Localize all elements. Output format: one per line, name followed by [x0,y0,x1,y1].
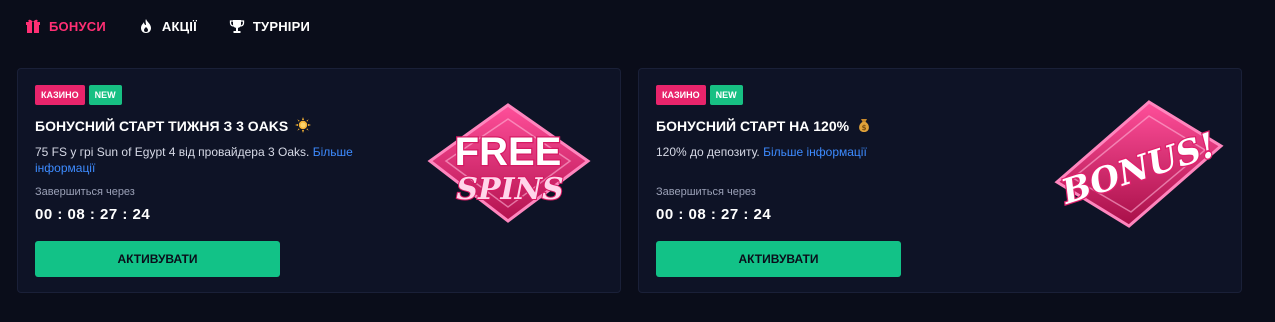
art-line1: FREE [455,130,562,174]
card-title-text: БОНУСНИЙ СТАРТ НА 120% [656,118,850,134]
badge-group: КАЗИНО NEW [35,85,126,105]
svg-text:$: $ [862,124,867,132]
activate-button[interactable]: АКТИВУВАТИ [35,241,280,277]
ends-label: Завершиться через [656,186,756,198]
tab-label: ТУРНІРИ [252,18,311,34]
fire-icon [140,19,151,33]
card-description: 120% до депозиту. Більше інформації [656,144,1001,160]
tab-tournaments[interactable]: ТУРНІРИ [229,18,310,34]
tab-bonuses[interactable]: БОНУСИ [25,18,106,34]
bonus-tabs: БОНУСИ АКЦІЇ ТУРНІРИ [25,14,342,38]
card-title: БОНУСНИЙ СТАРТ НА 120% $ [656,117,872,134]
card-description: 75 FS у грі Sun of Egypt 4 від провайдер… [35,144,380,176]
countdown-timer: 00 : 08 : 27 : 24 [656,206,772,223]
card-title: БОНУСНИЙ СТАРТ ТИЖНЯ З 3 OAKS [35,117,312,134]
activate-button[interactable]: АКТИВУВАТИ [656,241,901,277]
casino-badge: КАЗИНО [656,85,706,105]
card-title-text: БОНУСНИЙ СТАРТ ТИЖНЯ З 3 OAKS [35,118,289,134]
bonus-logo-icon: BONUS! [1054,100,1224,228]
free-spins-logo-icon: FREE SPINS [427,103,591,223]
art-line2: SPINS [456,172,563,207]
description-text: 120% до депозиту. [656,145,760,159]
badge-group: КАЗИНО NEW [656,85,747,105]
new-badge: NEW [709,85,743,105]
sun-icon [295,117,312,133]
new-badge: NEW [88,85,122,105]
tab-label: БОНУСИ [49,18,106,34]
bonus-card-deposit: КАЗИНО NEW БОНУСНИЙ СТАРТ НА 120% $ 120%… [638,68,1242,293]
bonus-card-free-spins: КАЗИНО NEW БОНУСНИЙ СТАРТ ТИЖНЯ З 3 OAKS… [17,68,621,293]
money-bag-icon: $ [859,119,869,132]
countdown-timer: 00 : 08 : 27 : 24 [35,206,151,223]
trophy-icon [229,20,245,33]
more-info-link[interactable]: Більше інформації [763,145,867,159]
tab-promotions[interactable]: АКЦІЇ [138,18,197,34]
casino-badge: КАЗИНО [35,85,85,105]
tab-label: АКЦІЇ [161,18,197,34]
ends-label: Завершиться через [35,186,135,198]
gift-icon [26,19,40,33]
description-text: 75 FS у грі Sun of Egypt 4 від провайдер… [35,145,310,159]
